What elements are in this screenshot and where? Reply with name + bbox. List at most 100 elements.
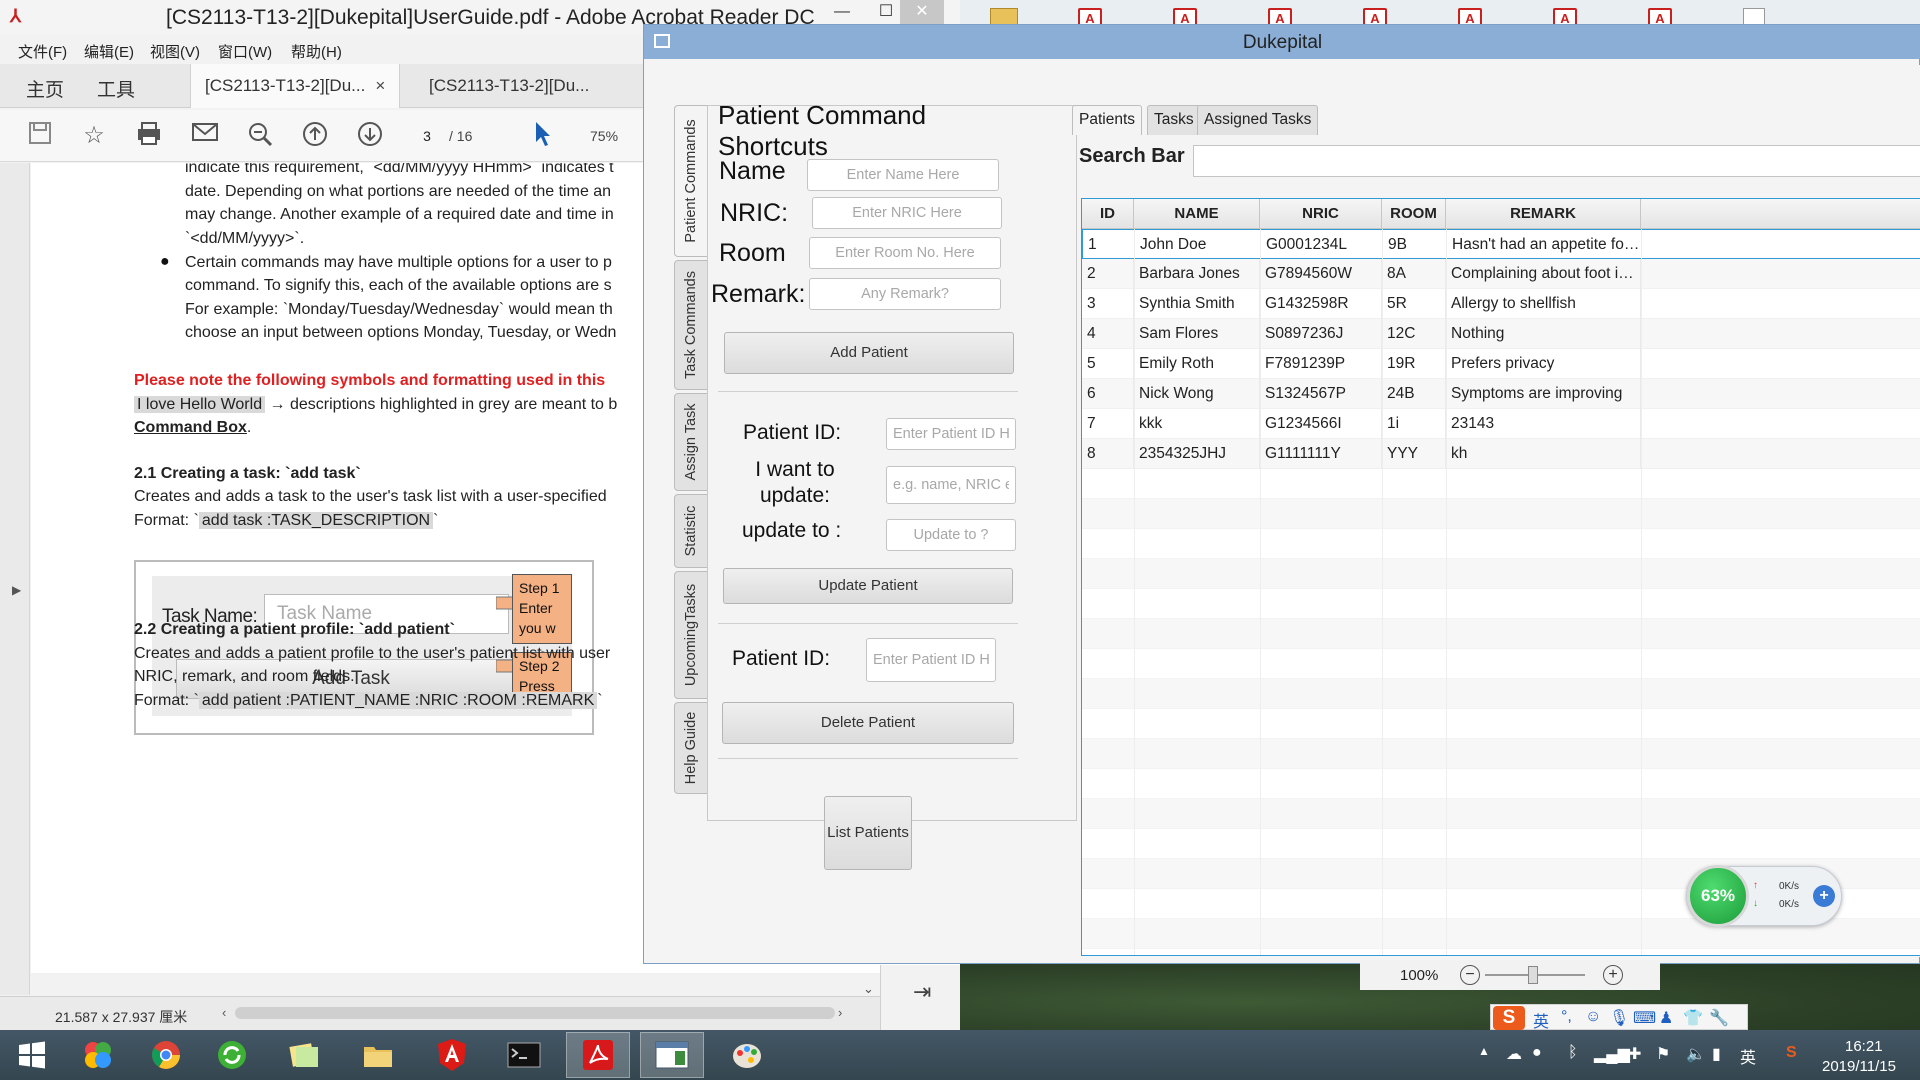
nav-tools[interactable]: 工具 [97,75,135,102]
minimize-button[interactable]: — [820,0,864,24]
pinwheel-app-icon[interactable] [66,1032,130,1078]
scroll-left-icon[interactable]: ‹ [222,1005,226,1020]
update-patient-id-input[interactable] [886,418,1016,450]
network-speed-widget[interactable]: 63% ↑ ↓ 0K/s 0K/s + [1686,865,1842,927]
tab-task-commands[interactable]: Task Commands [674,260,708,390]
scroll-down-icon[interactable]: ⌄ [863,981,874,997]
table-row[interactable]: 6 Nick Wong S1324567P 24B Symptoms are impro… [1082,379,1920,409]
column-header-remark[interactable]: REMARK [1446,199,1641,229]
input-language[interactable]: 英 [1740,1044,1756,1068]
add-icon[interactable]: + [1813,885,1835,907]
name-input[interactable] [807,159,999,191]
doc-tab-active[interactable]: [CS2113-T13-2][Du... × [190,64,401,108]
table-row[interactable]: 5 Emily Roth F7891239P 19R Prefers privacy [1082,349,1920,379]
nav-home[interactable]: 主页 [26,75,64,102]
doc-tab[interactable]: [CS2113-T13-2][Du... [415,64,603,108]
column-header-name[interactable]: NAME [1134,199,1260,229]
menu-view[interactable]: 视图(V) [150,41,200,62]
table-row[interactable]: 8 2354325JHJ G1111111Y YYY kh [1082,439,1920,469]
tab-help-guide[interactable]: Help Guide [674,702,708,794]
sticky-notes-icon[interactable] [272,1032,336,1078]
bluetooth-icon[interactable]: ᛒ [1568,1044,1578,1062]
memory-usage-gauge[interactable]: 63% [1687,865,1749,927]
page-up-icon[interactable] [299,120,331,152]
app-tray-icon[interactable]: ● [1532,1044,1542,1062]
search-input[interactable] [1193,145,1920,177]
angular-icon[interactable] [420,1032,484,1078]
remark-input[interactable] [809,278,1001,310]
nric-input[interactable] [812,197,1002,229]
zoom-slider-thumb[interactable] [1528,966,1538,984]
bookmark-star-icon[interactable]: ☆ [78,120,110,152]
update-to-input[interactable] [886,519,1016,551]
onedrive-icon[interactable]: ☁ [1506,1044,1522,1064]
clock-time[interactable]: 16:21 [1845,1038,1883,1055]
tab-assign-task[interactable]: Assign Task [674,393,708,491]
tab-close-icon[interactable]: × [375,76,385,95]
wifi-signal-icon[interactable]: ▂▄▆ [1594,1044,1630,1064]
zoom-search-icon[interactable] [244,120,276,152]
delete-patient-button[interactable]: Delete Patient [722,702,1014,744]
room-input[interactable] [809,237,1001,269]
update-app-icon[interactable] [200,1032,264,1078]
settings-wrench-icon[interactable]: 🔧 [1709,1008,1729,1028]
tab-patient-commands[interactable]: Patient Commands [674,105,708,257]
show-hidden-icons-icon[interactable]: ▲ [1478,1044,1490,1058]
microphone-icon[interactable]: 🎙 [1609,1008,1629,1028]
chrome-icon[interactable] [134,1032,198,1078]
column-header-nric[interactable]: NRIC [1260,199,1382,229]
zoom-level[interactable]: 75% [590,128,618,144]
update-field-input[interactable] [886,466,1016,504]
delete-patient-id-input[interactable] [866,638,996,682]
tab-statistic[interactable]: Statistic [674,494,708,568]
user-icon[interactable]: ♟ [1659,1008,1673,1028]
sogou-ime-icon[interactable]: S [1493,1006,1525,1030]
tab-upcoming-tasks[interactable]: UpcomingTasks [674,571,708,699]
menu-file[interactable]: 文件(F) [18,41,67,62]
list-patients-button[interactable]: List Patients [824,796,912,870]
zoom-out-icon[interactable]: − [1460,965,1480,985]
acrobat-taskbar-icon[interactable] [566,1032,630,1078]
expand-panel-icon[interactable]: ▶ [12,583,21,597]
table-row[interactable]: 7 kkk G1234566I 1i 23143 [1082,409,1920,439]
page-down-icon[interactable] [354,120,386,152]
zoom-in-icon[interactable]: + [1603,965,1623,985]
print-icon[interactable] [133,120,165,152]
keyboard-icon[interactable]: ⌨ [1633,1008,1656,1028]
sogou-tray-icon[interactable]: S [1786,1044,1797,1062]
emoji-icon[interactable]: ☺ [1585,1008,1601,1026]
java-app-taskbar-icon[interactable] [640,1032,704,1078]
start-button[interactable] [0,1032,64,1078]
column-header-room[interactable]: ROOM [1382,199,1446,229]
skin-icon[interactable]: 👕 [1683,1008,1703,1028]
volume-icon[interactable]: 🔈 [1686,1044,1706,1064]
punctuation-icon[interactable]: °, [1561,1008,1572,1026]
terminal-icon[interactable] [492,1032,556,1078]
horizontal-scrollbar[interactable] [235,1007,835,1019]
expand-right-panel-icon[interactable]: ⇥ [913,979,931,1005]
menu-edit[interactable]: 编辑(E) [84,41,134,62]
column-header-id[interactable]: ID [1082,199,1134,229]
tab-tasks[interactable]: Tasks [1147,105,1201,135]
table-row[interactable]: 1 John Doe G0001234L 9B Hasn't had an appeti… [1082,229,1920,260]
menu-help[interactable]: 帮助(H) [291,41,342,62]
scroll-right-icon[interactable]: › [838,1005,842,1020]
paint-app-icon[interactable] [716,1032,780,1078]
email-icon[interactable] [189,120,221,152]
action-center-flag-icon[interactable]: ⚑ [1656,1044,1670,1064]
table-row[interactable]: 4 Sam Flores S0897236J 12C Nothing [1082,319,1920,349]
ime-language[interactable]: 英 [1533,1008,1549,1032]
update-patient-button[interactable]: Update Patient [723,568,1013,604]
menu-window[interactable]: 窗口(W) [218,41,272,62]
page-number-input[interactable] [408,124,446,148]
table-row[interactable]: 2 Barbara Jones G7894560W 8A Complaining abo… [1082,259,1920,289]
file-explorer-icon[interactable] [346,1032,410,1078]
tab-assigned-tasks[interactable]: Assigned Tasks [1197,105,1319,135]
security-app-icon[interactable]: ✚ [1628,1044,1641,1064]
table-row[interactable]: 3 Synthia Smith G1432598R 5R Allergy to shel… [1082,289,1920,319]
tab-patients[interactable]: Patients [1072,105,1143,135]
close-button[interactable]: ✕ [900,0,944,24]
add-patient-button[interactable]: Add Patient [724,332,1014,374]
select-pointer-icon[interactable] [526,120,558,152]
save-icon[interactable] [24,120,56,152]
